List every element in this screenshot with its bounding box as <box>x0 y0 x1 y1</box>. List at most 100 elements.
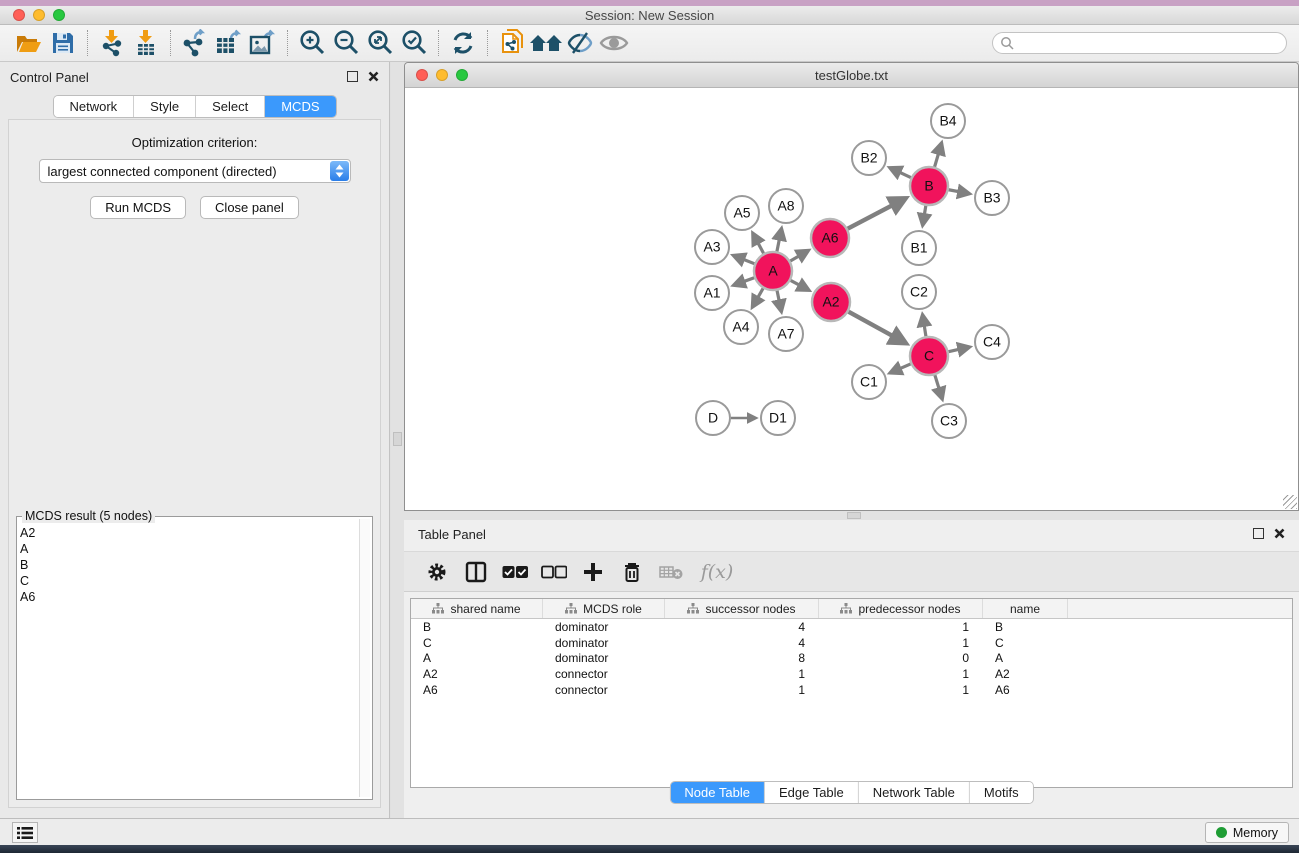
tab-mcds[interactable]: MCDS <box>265 96 335 117</box>
cell-MCDS-role[interactable]: dominator <box>543 635 665 651</box>
mcds-result-list[interactable]: A2ABCA6 <box>20 521 358 797</box>
tab-network-table[interactable]: Network Table <box>859 782 970 803</box>
search-input[interactable] <box>992 32 1287 54</box>
column-header-successor-nodes[interactable]: successor nodes <box>665 599 819 618</box>
result-item[interactable]: B <box>20 557 358 573</box>
delete-table-icon[interactable] <box>656 557 686 587</box>
graph-edge-B-B1[interactable] <box>923 206 926 224</box>
cell-predecessor-nodes[interactable]: 1 <box>819 619 983 635</box>
tab-edge-table[interactable]: Edge Table <box>765 782 859 803</box>
eye-icon[interactable] <box>597 28 631 58</box>
refresh-layout-icon[interactable] <box>446 28 480 58</box>
close-panel-icon[interactable] <box>368 71 379 82</box>
divider-grip[interactable] <box>847 512 861 519</box>
float-panel-icon[interactable] <box>347 71 358 82</box>
column-header-predecessor-nodes[interactable]: predecessor nodes <box>819 599 983 618</box>
close-table-panel-icon[interactable] <box>1274 528 1285 539</box>
graph-edge-A-A3[interactable] <box>734 256 754 264</box>
zoom-selected-icon[interactable] <box>397 28 431 58</box>
clear-checks-icon[interactable] <box>539 557 569 587</box>
search-text-field[interactable] <box>1018 36 1286 50</box>
run-mcds-button[interactable]: Run MCDS <box>90 196 186 219</box>
graph-edge-B-B3[interactable] <box>949 190 969 194</box>
result-item[interactable]: A6 <box>20 589 358 605</box>
cell-successor-nodes[interactable]: 1 <box>665 666 819 682</box>
function-builder-icon[interactable]: f(x) <box>695 557 739 587</box>
add-column-icon[interactable] <box>578 557 608 587</box>
cell-name[interactable]: A2 <box>983 666 1068 682</box>
float-table-panel-icon[interactable] <box>1253 528 1264 539</box>
cell-shared-name[interactable]: C <box>411 635 543 651</box>
graph-edge-A-A6[interactable] <box>790 251 807 261</box>
cell-name[interactable]: A <box>983 651 1068 667</box>
table-row[interactable]: Adominator80A <box>411 651 1292 667</box>
graph-edge-C-C2[interactable] <box>923 316 926 336</box>
table-row[interactable]: Cdominator41C <box>411 635 1292 651</box>
cell-predecessor-nodes[interactable]: 1 <box>819 635 983 651</box>
zoom-out-icon[interactable] <box>329 28 363 58</box>
zoom-in-icon[interactable] <box>295 28 329 58</box>
graph-edge-A2-C[interactable] <box>849 312 905 343</box>
home-icon[interactable] <box>529 28 563 58</box>
table-row[interactable]: A6connector11A6 <box>411 682 1292 698</box>
cell-MCDS-role[interactable]: connector <box>543 682 665 698</box>
result-item[interactable]: A <box>20 541 358 557</box>
column-header-shared-name[interactable]: shared name <box>411 599 543 618</box>
cell-MCDS-role[interactable]: connector <box>543 666 665 682</box>
cell-shared-name[interactable]: A <box>411 651 543 667</box>
import-table-icon[interactable] <box>129 28 163 58</box>
tab-style[interactable]: Style <box>134 96 196 117</box>
tab-node-table[interactable]: Node Table <box>670 782 765 803</box>
select-all-checks-icon[interactable] <box>500 557 530 587</box>
cell-successor-nodes[interactable]: 1 <box>665 682 819 698</box>
tab-network[interactable]: Network <box>53 96 134 117</box>
graph-edge-A-A8[interactable] <box>777 230 781 252</box>
cell-MCDS-role[interactable]: dominator <box>543 619 665 635</box>
graph-edge-C-C4[interactable] <box>949 347 969 351</box>
graph-edge-A-A1[interactable] <box>735 278 754 285</box>
tab-motifs[interactable]: Motifs <box>970 782 1033 803</box>
split-columns-icon[interactable] <box>461 557 491 587</box>
export-network-icon[interactable] <box>178 28 212 58</box>
clone-network-icon[interactable] <box>495 28 529 58</box>
cell-shared-name[interactable]: B <box>411 619 543 635</box>
tab-select[interactable]: Select <box>196 96 265 117</box>
export-image-icon[interactable] <box>246 28 280 58</box>
cell-successor-nodes[interactable]: 4 <box>665 619 819 635</box>
graph-edge-A-A2[interactable] <box>791 280 808 289</box>
graph-edge-A-A7[interactable] <box>777 291 781 311</box>
save-session-icon[interactable] <box>46 28 80 58</box>
cell-name[interactable]: B <box>983 619 1068 635</box>
result-scrollbar[interactable] <box>359 519 370 797</box>
graph-edge-A-A4[interactable] <box>753 288 763 306</box>
cell-name[interactable]: A6 <box>983 682 1068 698</box>
import-network-icon[interactable] <box>95 28 129 58</box>
graph-edge-B-B2[interactable] <box>891 168 911 177</box>
close-panel-button[interactable]: Close panel <box>200 196 299 219</box>
graph-edge-C-C3[interactable] <box>935 375 942 398</box>
table-row[interactable]: Bdominator41B <box>411 619 1292 635</box>
open-file-icon[interactable] <box>12 28 46 58</box>
column-header-MCDS-role[interactable]: MCDS role <box>543 599 665 618</box>
cell-successor-nodes[interactable]: 8 <box>665 651 819 667</box>
export-table-icon[interactable] <box>212 28 246 58</box>
node-table[interactable]: shared nameMCDS rolesuccessor nodesprede… <box>410 598 1293 788</box>
cell-MCDS-role[interactable]: dominator <box>543 651 665 667</box>
cell-successor-nodes[interactable]: 4 <box>665 635 819 651</box>
graph-edge-A-A5[interactable] <box>753 234 763 253</box>
divider-grip[interactable] <box>393 432 402 446</box>
panel-divider[interactable] <box>391 62 404 818</box>
graph-edge-B-B4[interactable] <box>935 144 942 167</box>
memory-button[interactable]: Memory <box>1205 822 1289 843</box>
result-item[interactable]: C <box>20 573 358 589</box>
cell-predecessor-nodes[interactable]: 1 <box>819 666 983 682</box>
criterion-select[interactable]: largest connected component (directed) <box>39 159 351 183</box>
delete-column-icon[interactable] <box>617 557 647 587</box>
hide-annotations-icon[interactable] <box>563 28 597 58</box>
cell-predecessor-nodes[interactable]: 1 <box>819 682 983 698</box>
gear-icon[interactable] <box>422 557 452 587</box>
network-canvas[interactable]: B4B2BB3B1A5A8A6A3AA1C2A2A4A7CC4C1C3DD1 <box>406 89 1299 511</box>
cell-name[interactable]: C <box>983 635 1068 651</box>
column-header-name[interactable]: name <box>983 599 1068 618</box>
graph-edge-A6-B[interactable] <box>848 199 904 229</box>
